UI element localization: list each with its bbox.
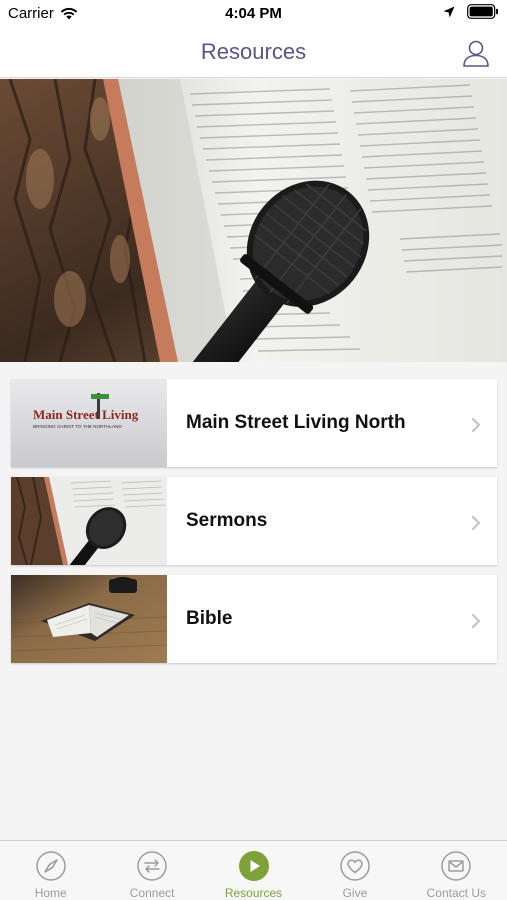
tab-label: Contact Us [426, 886, 486, 900]
status-time: 4:04 PM [225, 5, 282, 22]
resource-list: Main Street Living BRINGING CHRIST TO TH… [11, 379, 497, 673]
mail-icon [441, 851, 472, 881]
bible-thumbnail [11, 575, 167, 663]
chevron-right-icon [471, 515, 481, 531]
tab-give[interactable]: Give [304, 841, 405, 900]
tab-contact-us[interactable]: Contact Us [406, 841, 507, 900]
battery-icon [467, 4, 498, 19]
nav-bar: Resources [0, 28, 507, 78]
compass-icon [35, 851, 66, 881]
list-item-label: Bible [186, 608, 233, 629]
tab-label: Resources [224, 886, 283, 900]
tab-connect[interactable]: Connect [101, 841, 202, 900]
tab-resources[interactable]: Resources [203, 841, 304, 900]
list-item-main-street-living-north[interactable]: Main Street Living BRINGING CHRIST TO TH… [11, 379, 497, 467]
tab-bar: Home Connect Resources Give Contact Us [0, 840, 507, 900]
status-bar: Carrier 4:04 PM [0, 0, 507, 28]
profile-icon[interactable] [461, 38, 491, 68]
list-item-sermons[interactable]: Sermons [11, 477, 497, 565]
heart-icon [340, 851, 370, 881]
main-street-living-thumbnail: Main Street Living BRINGING CHRIST TO TH… [11, 379, 167, 467]
list-item-bible[interactable]: Bible [11, 575, 497, 663]
screen: Carrier 4:04 PM Resources Main Street Li… [0, 0, 507, 900]
arrows-icon [137, 851, 167, 881]
tab-label: Home [34, 886, 67, 900]
logo-tagline: BRINGING CHRIST TO THE NORTHLAND [33, 424, 122, 429]
list-item-label: Main Street Living North [186, 412, 406, 433]
location-arrow-icon [443, 6, 455, 17]
tab-label: Connect [129, 886, 175, 900]
page-title: Resources [200, 39, 307, 64]
chevron-right-icon [471, 613, 481, 629]
tab-label: Give [342, 886, 368, 900]
status-right [443, 4, 499, 19]
chevron-right-icon [471, 417, 481, 433]
hero-image [0, 79, 507, 362]
sermons-thumbnail [11, 477, 167, 565]
play-icon [238, 851, 269, 881]
bible-microphone-photo [0, 79, 507, 362]
list-item-label: Sermons [186, 510, 268, 531]
logo-text: Main Street Living [33, 407, 139, 422]
tab-home[interactable]: Home [0, 841, 101, 900]
